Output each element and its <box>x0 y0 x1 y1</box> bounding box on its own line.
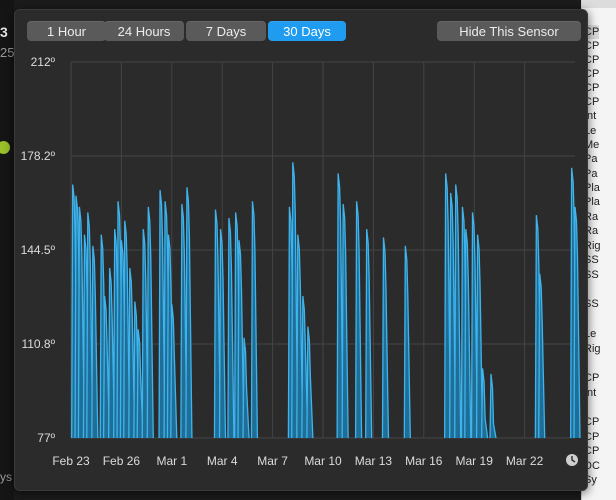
x-tick-label: Mar 16 <box>405 454 443 468</box>
x-tick-label: Mar 22 <box>506 454 544 468</box>
status-dot-icon <box>0 141 10 154</box>
left-app-edge: 3 25 <box>0 0 14 500</box>
x-tick-label: Mar 1 <box>156 454 187 468</box>
x-tick-label: Mar 10 <box>304 454 342 468</box>
left-fragment-3: ys <box>0 470 12 484</box>
list-header-bar <box>582 0 616 8</box>
left-fragment-1: 3 <box>0 24 8 40</box>
y-tick-label: 212º <box>31 55 56 69</box>
x-tick-label: Mar 7 <box>257 454 288 468</box>
x-tick-label: Mar 4 <box>207 454 238 468</box>
x-tick-label: Feb 26 <box>103 454 141 468</box>
y-tick-label: 110.8º <box>21 337 55 351</box>
y-tick-label: 144.5º <box>21 243 56 257</box>
x-tick-label: Feb 23 <box>52 454 90 468</box>
temperature-chart: 212º 178.2º 144.5º 110.8º 77º Feb 23 Feb 26 Mar… <box>21 55 581 468</box>
left-fragment-2: 25 <box>0 45 15 60</box>
x-tick-label: Mar 13 <box>355 454 393 468</box>
y-tick-label: 178.2º <box>21 149 56 163</box>
y-tick-label: 77º <box>37 431 55 445</box>
sensor-history-popover: 1 Hour 24 Hours 7 Days 30 Days Hide This… <box>14 9 588 491</box>
x-tick-label: Mar 19 <box>456 454 494 468</box>
